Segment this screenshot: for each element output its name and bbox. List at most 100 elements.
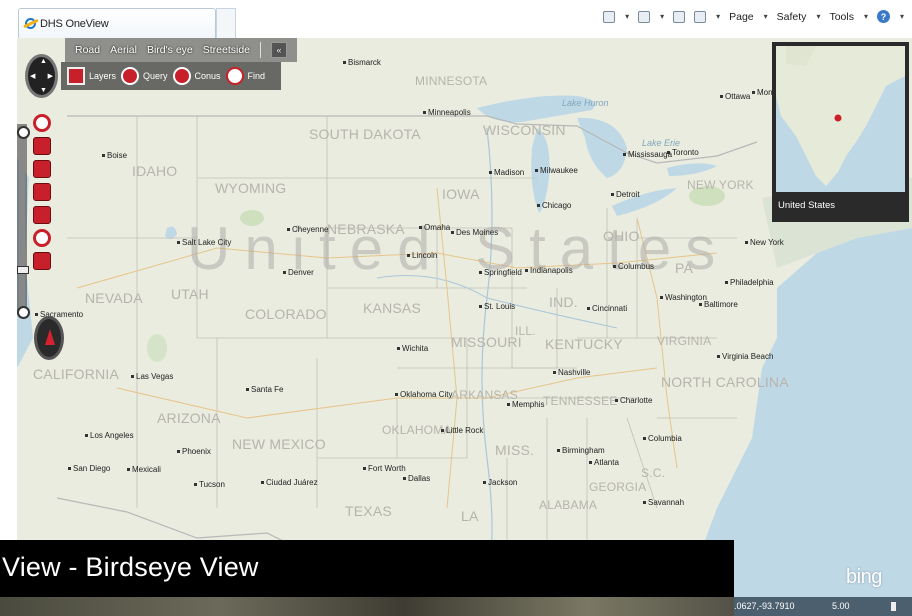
mail-icon[interactable] — [673, 10, 686, 23]
state-label: TENNESSEE — [543, 394, 618, 408]
city-label: Savannah — [643, 498, 684, 507]
layers-icon — [67, 67, 85, 85]
folder-icon[interactable] — [33, 252, 51, 270]
conus-label: Conus — [194, 71, 221, 81]
find-button[interactable]: Find — [225, 67, 266, 85]
state-label: KENTUCKY — [545, 336, 623, 352]
lake-label: Lake Huron — [562, 98, 609, 108]
city-label: Dallas — [403, 474, 430, 483]
compass-icon[interactable] — [34, 316, 64, 360]
feeds-icon[interactable] — [638, 10, 651, 23]
city-label: Mississauga — [623, 150, 672, 159]
city-label: Jackson — [483, 478, 517, 487]
city-label: Philadelphia — [725, 278, 774, 287]
draw-icon[interactable] — [33, 160, 51, 178]
print-map-icon[interactable] — [33, 206, 51, 224]
map-type-aerial[interactable]: Aerial — [110, 44, 137, 56]
pan-control[interactable]: ▲ ▼ ◀ ▶ — [25, 54, 58, 98]
state-label: COLORADO — [245, 306, 327, 322]
divider — [260, 42, 262, 58]
status-icon — [891, 602, 896, 611]
help-icon[interactable]: ? — [876, 10, 890, 23]
view-caption-banner: View - Birdseye View — [0, 540, 734, 597]
city-label: Birmingham — [557, 446, 605, 455]
zoom-in-icon[interactable] — [17, 126, 30, 139]
city-label: San Diego — [68, 464, 110, 473]
state-label: MINNESOTA — [415, 74, 488, 88]
state-label: S.C. — [641, 466, 666, 480]
conus-button[interactable]: Conus — [172, 67, 221, 85]
pan-up-icon[interactable]: ▲ — [40, 58, 47, 65]
overview-map-image — [776, 46, 905, 192]
query-button[interactable]: Query — [121, 67, 168, 85]
city-label: Columbus — [613, 262, 654, 271]
city-label: Nashville — [553, 368, 590, 377]
state-label: PA — [675, 260, 694, 276]
state-label: ALABAMA — [539, 498, 598, 512]
layers-label: Layers — [89, 71, 117, 81]
city-label: Cheyenne — [287, 225, 328, 234]
new-tab-button[interactable] — [216, 8, 236, 38]
city-label: Salt Lake City — [177, 238, 231, 247]
bing-logo: bing — [846, 566, 882, 588]
city-label: Denver — [283, 268, 314, 277]
browser-chrome: DHS OneView ▾ ▾ ▾ Page ▾ Safety ▾ Tools ▾ ?… — [0, 0, 912, 38]
zoom-slider[interactable] — [19, 133, 25, 308]
pan-down-icon[interactable]: ▼ — [40, 87, 47, 94]
tool-bar: Layers Query Conus Find — [61, 62, 281, 90]
state-label: NEW YORK — [687, 178, 754, 192]
city-label: Memphis — [507, 400, 544, 409]
city-label: Oklahoma City — [395, 390, 452, 399]
overview-map[interactable]: United States — [772, 42, 909, 222]
collapse-icon[interactable]: « — [271, 42, 288, 58]
city-label: Cincinnati — [587, 304, 627, 313]
tools-menu[interactable]: Tools — [829, 11, 854, 23]
city-label: Boise — [102, 151, 127, 160]
pan-right-icon[interactable]: ▶ — [48, 72, 53, 80]
city-label: Des Moines — [451, 228, 498, 237]
zoom-out-icon[interactable] — [17, 306, 30, 319]
state-label: ILL. — [515, 324, 536, 338]
city-label: Charlotte — [615, 396, 652, 405]
city-label: Bismarck — [343, 58, 381, 67]
conus-icon — [172, 67, 191, 85]
city-label: Virginia Beach — [717, 352, 773, 361]
marker-icon[interactable] — [33, 137, 51, 155]
city-label: Indianapolis — [525, 266, 573, 275]
view-caption-text: View - Birdseye View — [2, 552, 259, 582]
state-label: MISS. — [495, 442, 535, 458]
city-label: Santa Fe — [246, 385, 283, 394]
map-type-bar: Road Aerial Bird's eye Streetside « — [65, 38, 298, 62]
target-icon[interactable] — [33, 229, 51, 247]
city-label: St. Louis — [479, 302, 515, 311]
map-type-road[interactable]: Road — [75, 44, 100, 56]
measure-icon[interactable] — [33, 183, 51, 201]
pan-left-icon[interactable]: ◀ — [30, 72, 35, 80]
city-label: Ciudad Juárez — [261, 478, 318, 487]
command-bar: ▾ ▾ ▾ Page ▾ Safety ▾ Tools ▾ ? ▾ — [603, 10, 904, 23]
state-label: GEORGIA — [589, 480, 647, 494]
query-label: Query — [143, 71, 168, 81]
state-label: IND. — [549, 294, 578, 310]
zoom-slider-thumb[interactable] — [17, 266, 29, 274]
home-icon[interactable] — [603, 10, 616, 23]
city-label: Los Angeles — [85, 431, 134, 440]
city-label: Ottawa — [720, 92, 750, 101]
state-label: CALIFORNIA — [33, 366, 120, 382]
find-label: Find — [247, 71, 266, 81]
map-type-streetside[interactable]: Streetside — [203, 44, 250, 56]
browser-tab[interactable]: DHS OneView — [18, 8, 216, 38]
city-label: Springfield — [479, 268, 522, 277]
state-label: KANSAS — [363, 300, 421, 316]
state-label: WYOMING — [215, 180, 287, 196]
map-canvas[interactable]: United States IDAHO WYOMING SOUTH DAKOTA… — [17, 38, 912, 616]
layers-button[interactable]: Layers — [67, 67, 116, 85]
state-label: OHIO — [603, 228, 640, 244]
map-type-birdseye[interactable]: Bird's eye — [147, 44, 193, 56]
safety-menu[interactable]: Safety — [777, 11, 807, 23]
page-menu[interactable]: Page — [729, 11, 754, 23]
print-icon[interactable] — [694, 10, 707, 23]
state-label: UTAH — [171, 286, 209, 302]
state-label: LA — [461, 508, 479, 524]
pin-icon[interactable] — [33, 114, 51, 132]
